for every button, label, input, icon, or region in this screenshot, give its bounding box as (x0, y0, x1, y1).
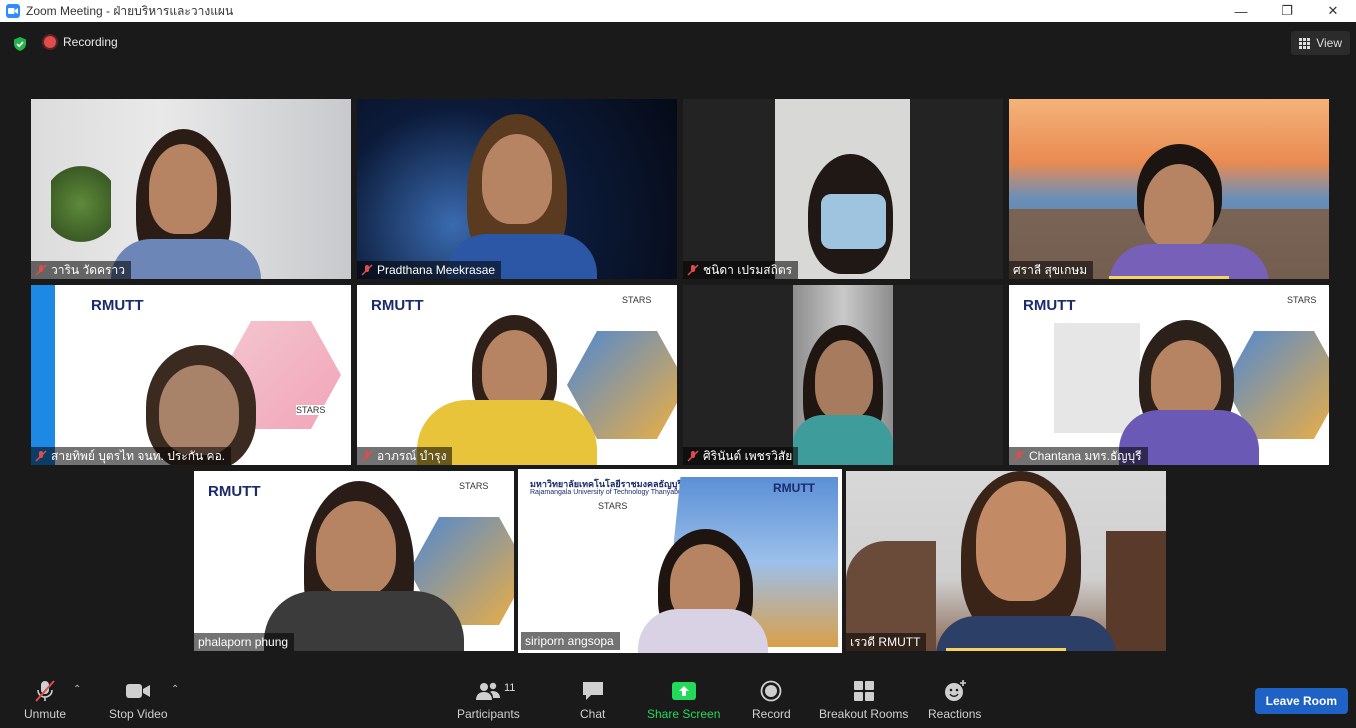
recording-dot-icon (44, 36, 56, 48)
audio-options-chevron-icon[interactable]: ⌃ (73, 684, 81, 695)
qs-stars-label: STARS (1287, 295, 1317, 305)
record-button[interactable]: Record (752, 678, 791, 721)
unmute-label: Unmute (24, 707, 67, 721)
participant-nametag: ศราลี สุขเกษม (1009, 261, 1094, 279)
muted-mic-icon (361, 450, 373, 462)
rmutt-logo: RMUTT (1023, 297, 1076, 314)
view-button[interactable]: View (1291, 31, 1350, 55)
unmute-button[interactable]: Unmute (24, 678, 66, 721)
participant-name: ศิรินันต์ เพชรวิสัย (703, 448, 793, 463)
grid-view-icon (1299, 37, 1311, 49)
participant-name: อาภรณ์ บำรุง (377, 448, 447, 463)
reactions-button[interactable]: Reactions (928, 678, 981, 721)
muted-mic-icon (1013, 450, 1025, 462)
qs-stars-label: STARS (622, 295, 652, 305)
breakout-rooms-icon (853, 681, 874, 701)
video-tile[interactable]: RMUTT STARS สายทิพย์ บุตรไท จนท. ประกัน … (31, 285, 351, 465)
participant-nametag: ชนิดา เปรมสถิตร (683, 261, 799, 279)
participants-icon (476, 682, 501, 700)
video-tile-active-speaker[interactable]: มหาวิทยาลัยเทคโนโลยีราชมงคลธัญบุรี Rajam… (518, 469, 842, 653)
meeting-toolbar: Unmute ⌃ Stop Video ⌃ Participants 11 Ch… (0, 670, 1356, 728)
video-tile[interactable]: RMUTT STARS อาภรณ์ บำรุง (357, 285, 677, 465)
muted-mic-icon (687, 450, 699, 462)
video-tile[interactable]: RMUTT STARS phalaporn phung (194, 471, 514, 651)
maximize-button[interactable]: ❐ (1264, 0, 1310, 22)
participant-name: ชนิดา เปรมสถิตร (703, 262, 793, 277)
reactions-smiley-icon (944, 680, 966, 701)
video-tile[interactable]: Pradthana Meekrasae (357, 99, 677, 279)
video-tile[interactable]: RMUTT STARS Chantana มทร.ธัญบุรี (1009, 285, 1329, 465)
share-screen-label: Share Screen (647, 707, 721, 721)
breakout-rooms-button[interactable]: Breakout Rooms (819, 678, 908, 721)
video-options-chevron-icon[interactable]: ⌃ (171, 684, 179, 695)
reactions-label: Reactions (928, 707, 982, 721)
record-label: Record (752, 707, 791, 721)
muted-mic-icon (687, 264, 699, 276)
chat-bubble-icon (582, 682, 603, 700)
security-shield-icon[interactable] (12, 36, 28, 52)
participants-count: 11 (504, 682, 516, 694)
participant-nametag: เรวดี RMUTT (846, 633, 927, 651)
participant-name: ศราลี สุขเกษม (1013, 262, 1088, 277)
video-camera-icon (126, 684, 151, 698)
view-label: View (1316, 36, 1342, 50)
participant-name: phalaporn phung (198, 635, 289, 649)
rmutt-logo: RMUTT (773, 481, 815, 495)
zoom-app-icon (6, 4, 20, 18)
chat-label: Chat (580, 707, 606, 721)
share-screen-icon (671, 682, 696, 700)
video-tile[interactable]: ศิรินันต์ เพชรวิสัย (683, 285, 1003, 465)
chat-button[interactable]: Chat (580, 678, 605, 721)
participant-nametag: สายทิพย์ บุตรไท จนท. ประกัน คอ. (31, 447, 232, 465)
participant-name: siriporn angsopa (525, 634, 614, 648)
share-screen-button[interactable]: Share Screen (647, 678, 720, 721)
muted-mic-icon (361, 264, 373, 276)
qs-stars-label: STARS (598, 501, 628, 511)
participant-nametag: phalaporn phung (194, 633, 295, 651)
minimize-button[interactable]: — (1218, 0, 1264, 22)
recording-label: Recording (63, 35, 118, 49)
video-tile[interactable]: วาริน วัดคราว (31, 99, 351, 279)
qs-stars-label: STARS (296, 405, 326, 415)
leave-room-button[interactable]: Leave Room (1254, 688, 1348, 714)
muted-microphone-icon (35, 680, 55, 702)
breakout-rooms-label: Breakout Rooms (819, 707, 909, 721)
video-tile[interactable]: ชนิดา เปรมสถิตร (683, 99, 1003, 279)
window-titlebar: Zoom Meeting - ฝ่ายบริหารและวางแผน — ❐ ✕ (0, 0, 1356, 22)
participant-nametag: siriporn angsopa (521, 632, 620, 650)
stop-video-button[interactable]: Stop Video (109, 678, 168, 721)
video-tile[interactable]: เรวดี RMUTT (846, 471, 1166, 651)
participant-name: Chantana มทร.ธัญบุรี (1029, 448, 1142, 463)
participant-name: วาริน วัดคราว (51, 262, 125, 277)
recording-indicator[interactable]: Recording (44, 35, 118, 49)
participant-nametag: Pradthana Meekrasae (357, 261, 502, 279)
university-name-en: Rajamangala University of Technology Tha… (530, 489, 686, 496)
record-icon (760, 680, 782, 702)
qs-stars-label: STARS (459, 481, 489, 491)
stop-video-label: Stop Video (109, 707, 168, 721)
rmutt-logo: RMUTT (91, 297, 144, 314)
participant-name: Pradthana Meekrasae (377, 263, 496, 277)
window-title: Zoom Meeting - ฝ่ายบริหารและวางแผน (26, 3, 234, 18)
meeting-topbar: Recording View (0, 22, 1356, 64)
close-button[interactable]: ✕ (1310, 0, 1356, 22)
participant-nametag: วาริน วัดคราว (31, 261, 131, 279)
rmutt-logo: RMUTT (208, 483, 261, 500)
participant-name: สายทิพย์ บุตรไท จนท. ประกัน คอ. (51, 448, 226, 463)
participants-label: Participants (457, 707, 520, 721)
video-tile[interactable]: ศราลี สุขเกษม (1009, 99, 1329, 279)
muted-mic-icon (35, 264, 47, 276)
participant-name: เรวดี RMUTT (850, 634, 921, 649)
participant-nametag: ศิรินันต์ เพชรวิสัย (683, 447, 799, 465)
rmutt-logo: RMUTT (371, 297, 424, 314)
participant-nametag: Chantana มทร.ธัญบุรี (1009, 447, 1148, 465)
muted-mic-icon (35, 450, 47, 462)
participant-nametag: อาภรณ์ บำรุง (357, 447, 453, 465)
